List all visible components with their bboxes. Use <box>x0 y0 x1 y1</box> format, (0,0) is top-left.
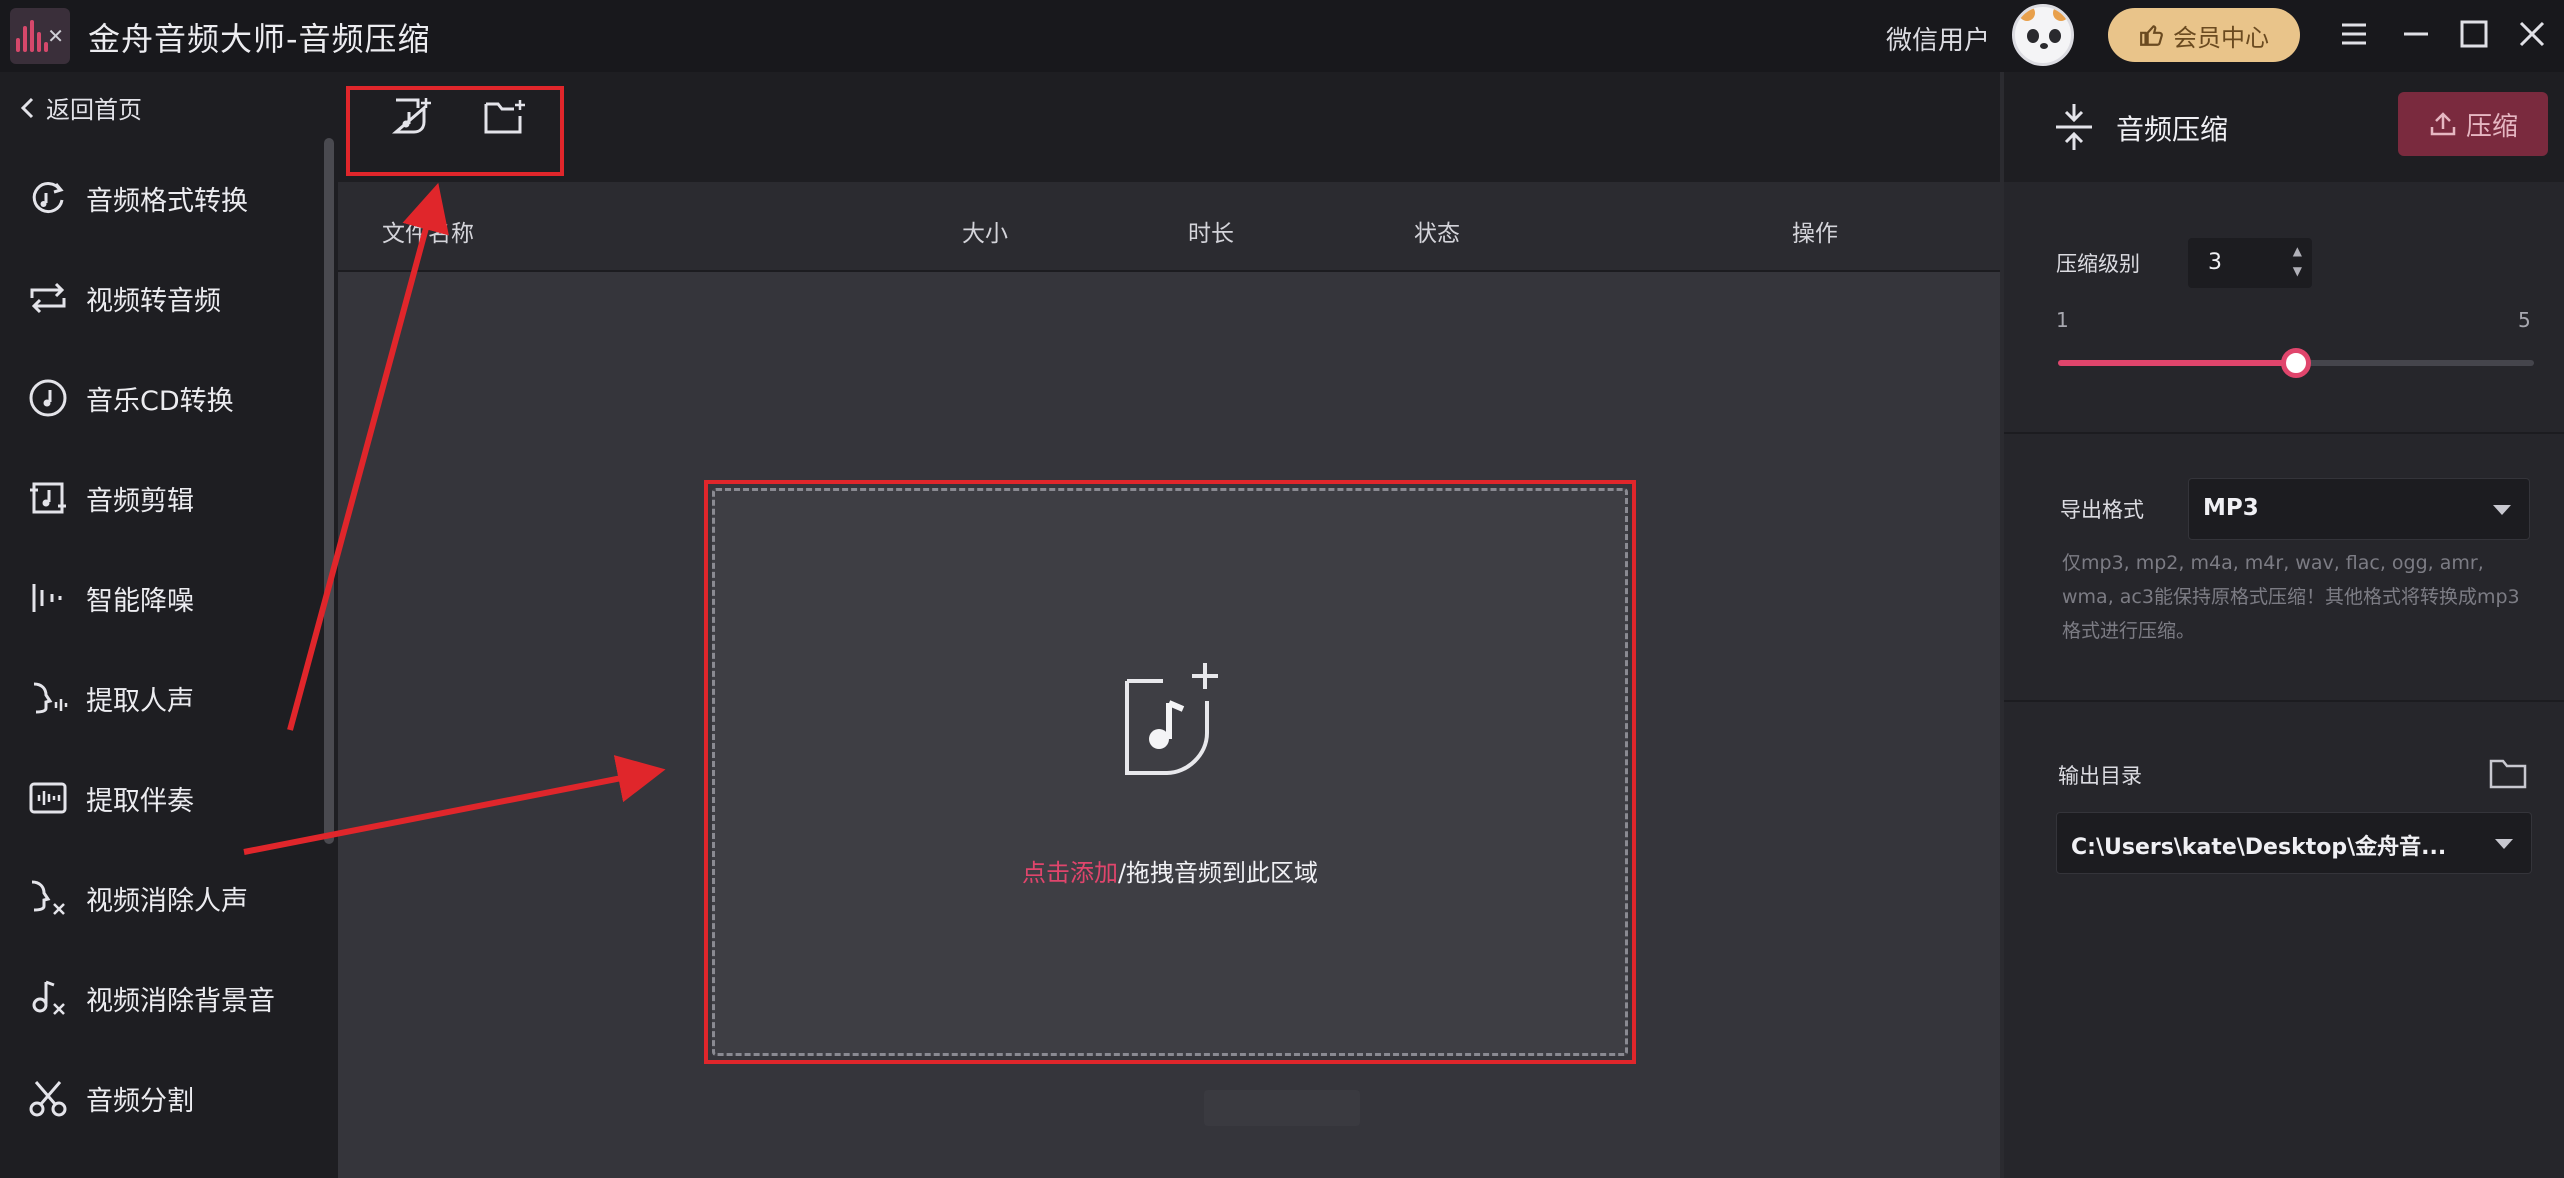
drop-zone-text: 点击添加/拖拽音频到此区域 <box>715 853 1625 888</box>
video-to-audio-icon <box>26 276 70 320</box>
sidebar-item-audio-convert[interactable]: 音频格式转换 <box>0 148 320 248</box>
sidebar-item-label: 音频分割 <box>86 1085 194 1117</box>
extract-accompaniment-icon <box>26 776 70 820</box>
app-logo-icon: ✕ <box>10 8 70 64</box>
back-home-label: 返回首页 <box>46 96 142 124</box>
toolbar-highlight <box>346 86 564 176</box>
toolbar <box>338 72 2000 182</box>
divider <box>2004 700 2564 702</box>
compress-icon <box>2056 104 2092 150</box>
column-header-status: 状态 <box>1414 221 1460 247</box>
column-header-actions: 操作 <box>1792 221 1838 247</box>
settings-panel-header: 音频压缩 压缩 <box>2004 72 2564 182</box>
sidebar-item-audio-split[interactable]: 音频分割 <box>0 1048 320 1148</box>
settings-panel: 音频压缩 压缩 压缩级别 3 ▲ ▼ 1 5 导出格式 MP3 仅mp3, mp… <box>2004 72 2564 1178</box>
output-directory-label: 输出目录 <box>2058 764 2142 788</box>
back-home-link[interactable]: 返回首页 <box>18 90 142 125</box>
slider-thumb[interactable] <box>2281 348 2311 378</box>
sidebar-item-audio-edit[interactable]: 音频剪辑 <box>0 448 320 548</box>
cd-icon <box>26 376 70 420</box>
scissors-icon <box>26 1076 70 1120</box>
chevron-down-icon <box>2493 505 2511 515</box>
remove-bgm-icon <box>26 976 70 1020</box>
chevron-left-icon <box>20 97 34 118</box>
thumbs-up-icon <box>2140 25 2163 46</box>
vip-center-label: 会员中心 <box>2173 23 2269 52</box>
audio-convert-icon <box>26 176 70 220</box>
audio-edit-icon <box>26 476 70 520</box>
sidebar-item-extract-accompaniment[interactable]: 提取伴奏 <box>0 748 320 848</box>
chevron-down-icon <box>2495 839 2513 849</box>
output-directory-value: C:\Users\kate\Desktop\金舟音... <box>2071 835 2447 860</box>
remove-vocal-icon <box>26 876 70 920</box>
stepper-up-icon[interactable]: ▲ <box>2293 244 2302 258</box>
folder-icon[interactable] <box>2488 756 2528 790</box>
sidebar-item-label: 视频消除人声 <box>86 885 248 917</box>
column-header-size: 大小 <box>962 221 1008 247</box>
compression-level-slider[interactable] <box>2058 348 2534 378</box>
faint-placeholder-button <box>1204 1090 1360 1126</box>
sidebar: 返回首页 音频格式转换 视频转音频 音乐CD转换 音频剪辑 智能降噪 提取人声 … <box>0 72 338 1178</box>
compression-level-value: 3 <box>2208 250 2222 275</box>
sidebar-item-denoise[interactable]: 智能降噪 <box>0 548 320 648</box>
add-audio-icon <box>1125 663 1218 775</box>
stepper-down-icon[interactable]: ▼ <box>2293 264 2302 278</box>
compress-button[interactable]: 压缩 <box>2398 92 2548 156</box>
sidebar-item-label: 音频剪辑 <box>86 485 194 517</box>
add-folder-icon[interactable] <box>480 92 530 142</box>
compress-button-label: 压缩 <box>2465 111 2518 142</box>
slider-min-label: 1 <box>2056 308 2069 332</box>
divider <box>2004 432 2564 434</box>
settings-panel-title: 音频压缩 <box>2116 113 2229 146</box>
compression-level-label: 压缩级别 <box>2056 252 2140 276</box>
sidebar-item-remove-vocal[interactable]: 视频消除人声 <box>0 848 320 948</box>
sidebar-item-label: 音频格式转换 <box>86 185 248 217</box>
file-table-header: 文件名称 大小 时长 状态 操作 <box>338 182 2000 272</box>
vip-center-button[interactable]: 会员中心 <box>2108 8 2300 62</box>
sidebar-item-cd-convert[interactable]: 音乐CD转换 <box>0 348 320 448</box>
column-header-duration: 时长 <box>1188 221 1234 247</box>
compression-level-stepper[interactable]: 3 ▲ ▼ <box>2188 238 2312 288</box>
sidebar-item-video-to-audio[interactable]: 视频转音频 <box>0 248 320 348</box>
add-file-icon[interactable] <box>388 92 438 142</box>
sidebar-item-extract-vocal[interactable]: 提取人声 <box>0 648 320 748</box>
sidebar-item-label: 视频消除背景音 <box>86 985 275 1017</box>
slider-fill <box>2058 360 2296 366</box>
output-directory-select[interactable]: C:\Users\kate\Desktop\金舟音... <box>2056 812 2532 874</box>
sidebar-item-remove-bgm[interactable]: 视频消除背景音 <box>0 948 320 1048</box>
slider-max-label: 5 <box>2518 308 2531 332</box>
menu-icon[interactable] <box>2332 12 2376 56</box>
upload-icon <box>2430 112 2456 136</box>
sidebar-item-label: 智能降噪 <box>86 585 194 617</box>
drop-zone[interactable]: 点击添加/拖拽音频到此区域 <box>712 488 1628 1056</box>
sidebar-item-label: 视频转音频 <box>86 285 221 317</box>
export-format-label: 导出格式 <box>2060 498 2144 522</box>
sidebar-item-label: 音乐CD转换 <box>86 385 234 417</box>
title-bar: ✕ 金舟音频大师-音频压缩 微信用户 会员中心 <box>0 0 2564 72</box>
format-hint-text: 仅mp3, mp2, m4a, m4r, wav, flac, ogg, amr… <box>2062 552 2520 642</box>
close-icon[interactable] <box>2510 12 2554 56</box>
denoise-icon <box>26 576 70 620</box>
avatar[interactable] <box>2012 4 2074 66</box>
extract-vocal-icon <box>26 676 70 720</box>
drag-hint-text: /拖拽音频到此区域 <box>1117 859 1319 887</box>
sidebar-scrollbar[interactable] <box>324 138 334 844</box>
sidebar-item-label: 提取伴奏 <box>86 785 194 817</box>
sidebar-item-label: 提取人声 <box>86 685 194 717</box>
export-format-value: MP3 <box>2203 495 2259 521</box>
maximize-icon[interactable] <box>2452 12 2496 56</box>
click-add-link[interactable]: 点击添加 <box>1022 859 1118 887</box>
export-format-select[interactable]: MP3 <box>2188 478 2530 540</box>
column-header-filename: 文件名称 <box>382 221 474 247</box>
app-title: 金舟音频大师-音频压缩 <box>88 20 431 58</box>
user-name[interactable]: 微信用户 <box>1886 20 1990 57</box>
minimize-icon[interactable] <box>2394 12 2438 56</box>
